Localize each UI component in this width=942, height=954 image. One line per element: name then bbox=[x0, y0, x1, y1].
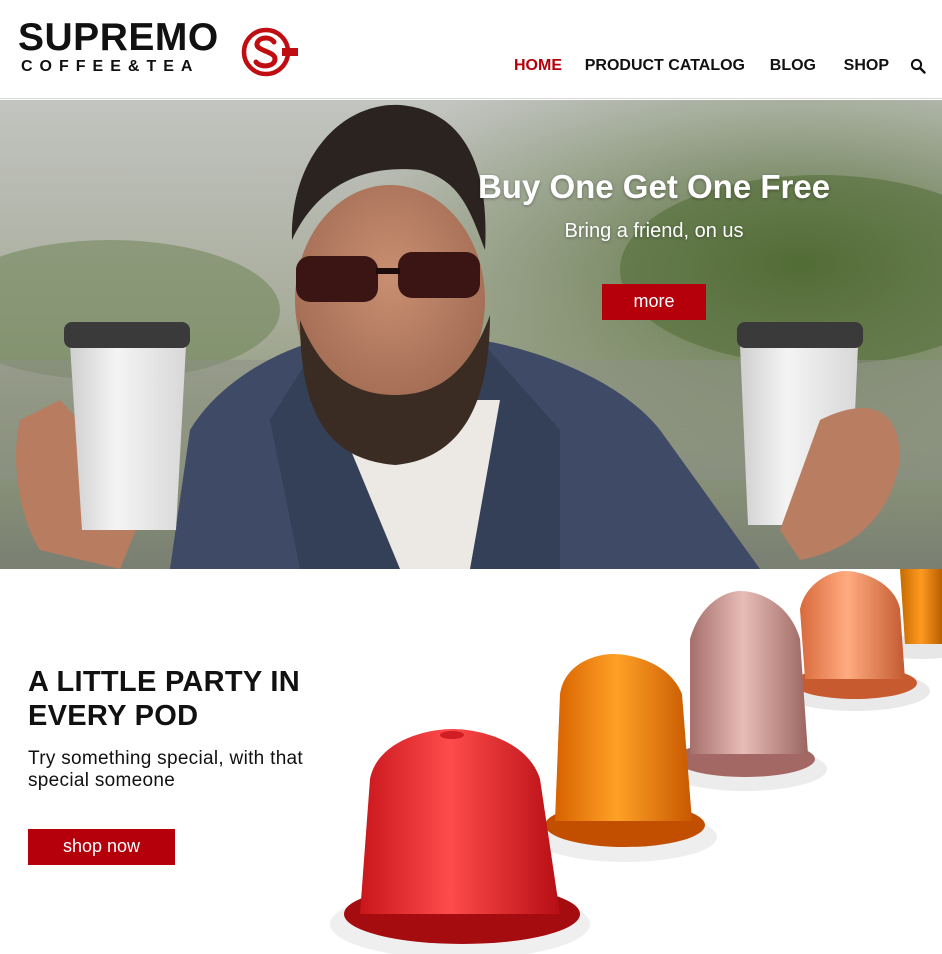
brand-tagline: COFFEE&TEA bbox=[21, 58, 200, 75]
hero-more-button[interactable]: more bbox=[602, 284, 706, 320]
nav-blog[interactable]: BLOG bbox=[770, 56, 816, 76]
logo-mark-icon bbox=[241, 27, 298, 77]
nav-product-catalog[interactable]: PRODUCT CATALOG bbox=[585, 56, 745, 76]
brand-name: SUPREMO bbox=[18, 16, 219, 59]
nav-home[interactable]: HOME bbox=[514, 56, 562, 76]
hero-title: Buy One Get One Free bbox=[477, 168, 831, 205]
promo-section: A LITTLE PARTY IN EVERY POD Try somethin… bbox=[0, 569, 942, 954]
promo-description: Try something special, with that special… bbox=[28, 748, 304, 791]
hero-subtitle: Bring a friend, on us bbox=[564, 220, 744, 242]
search-icon[interactable] bbox=[910, 58, 926, 74]
site-header: SUPREMO COFFEE&TEA HOME PRODUCT CATALOG … bbox=[0, 0, 942, 99]
nav-shop[interactable]: SHOP bbox=[844, 56, 889, 76]
shop-now-button[interactable]: shop now bbox=[28, 829, 175, 865]
promo-title: A LITTLE PARTY IN EVERY POD bbox=[28, 666, 301, 732]
hero-banner: Buy One Get One Free Bring a friend, on … bbox=[0, 100, 942, 569]
